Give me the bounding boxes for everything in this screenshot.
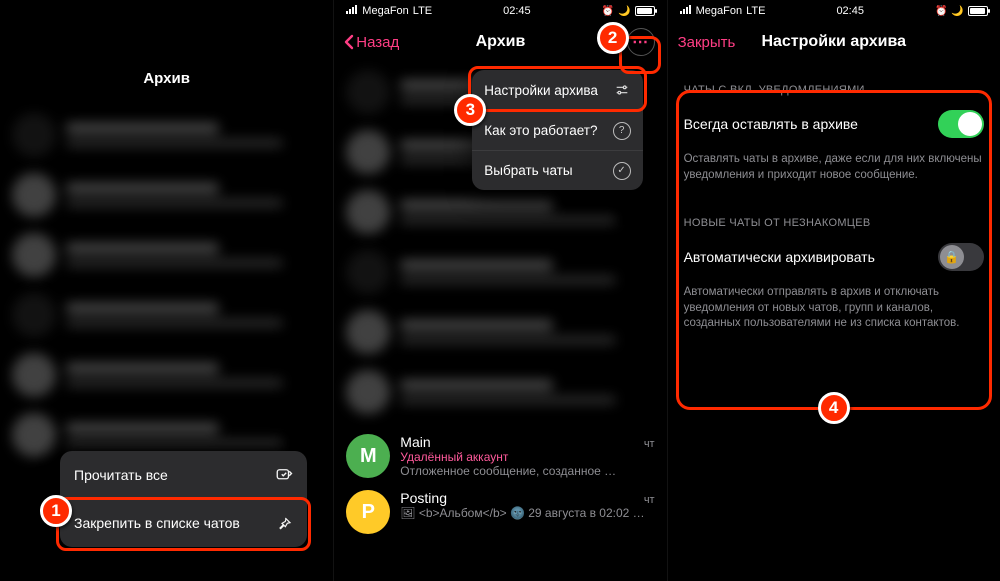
screen-archive-menu: MegaFon LTE 02:45 ⏰ 🌙 Назад Архив ⋯ xyxy=(333,0,666,581)
toggle-on[interactable] xyxy=(938,110,984,138)
screen-archive-settings: MegaFon LTE 02:45 ⏰ 🌙 Закрыть Настройки … xyxy=(667,0,1000,581)
dnd-icon: 🌙 xyxy=(618,6,630,17)
setting-auto-archive[interactable]: Автоматически архивировать 🔒 xyxy=(684,235,984,279)
menu-label: Как это работает? xyxy=(484,123,597,138)
section-header: НОВЫЕ ЧАТЫ ОТ НЕЗНАКОМЦЕВ xyxy=(684,217,984,229)
chat-time: чт xyxy=(644,494,655,506)
network-label: LTE xyxy=(746,5,765,17)
menu-select-chats[interactable]: Выбрать чаты ✓ xyxy=(472,150,642,190)
chat-name: Posting xyxy=(400,490,447,506)
back-label: Назад xyxy=(356,34,399,51)
chat-row-blurred xyxy=(0,105,333,165)
battery-icon xyxy=(968,6,988,16)
menu-label: Закрепить в списке чатов xyxy=(74,515,240,532)
carrier-label: MegaFon xyxy=(696,5,742,17)
setting-keep-archived[interactable]: Всегда оставлять в архиве xyxy=(684,102,984,146)
more-button[interactable]: ⋯ xyxy=(627,28,655,56)
callout-2: 2 xyxy=(597,22,629,54)
page-title: Архив xyxy=(476,33,526,51)
chat-row-blurred xyxy=(0,165,333,225)
callout-1: 1 xyxy=(40,495,72,527)
chat-row-blurred xyxy=(334,182,666,242)
chat-message: Отложенное сообщение, созданное … xyxy=(400,464,654,478)
close-button[interactable]: Закрыть xyxy=(678,34,736,51)
chat-row-blurred xyxy=(334,362,666,422)
setting-label: Всегда оставлять в архиве xyxy=(684,116,858,132)
section-description: Автоматически отправлять в архив и отклю… xyxy=(684,285,984,332)
chat-row-blurred xyxy=(334,302,666,362)
status-bar: MegaFon LTE 02:45 ⏰ 🌙 xyxy=(334,0,666,22)
menu-pin-in-list[interactable]: Закрепить в списке чатов xyxy=(60,499,307,547)
chat-row-blurred xyxy=(0,285,333,345)
back-button[interactable]: Назад xyxy=(344,34,399,51)
alarm-icon: ⏰ xyxy=(602,6,614,17)
signal-icon xyxy=(680,5,692,17)
ellipsis-icon: ⋯ xyxy=(632,32,649,52)
chat-subtitle: Удалённый аккаунт xyxy=(400,450,654,464)
read-all-icon xyxy=(275,466,293,484)
alarm-icon: ⏰ xyxy=(935,6,947,17)
section-header: ЧАТЫ С ВКЛ. УВЕДОМЛЕНИЯМИ xyxy=(684,84,984,96)
chat-row-blurred xyxy=(0,225,333,285)
status-bar: MegaFon LTE 02:45 ⏰ 🌙 xyxy=(668,0,1000,22)
nav-bar: Закрыть Настройки архива xyxy=(668,22,1000,62)
dnd-icon: 🌙 xyxy=(951,6,963,17)
context-menu: Прочитать все Закрепить в списке чатов xyxy=(60,451,307,547)
chat-row-blurred xyxy=(0,345,333,405)
help-icon: ? xyxy=(613,122,631,140)
check-circle-icon: ✓ xyxy=(613,162,631,180)
page-title: Настройки архива xyxy=(761,33,906,51)
avatar: P xyxy=(346,490,390,534)
carrier-label: MegaFon xyxy=(362,5,408,17)
menu-label: Выбрать чаты xyxy=(484,163,572,178)
setting-label: Автоматически архивировать xyxy=(684,249,875,265)
callout-4: 4 xyxy=(818,392,850,424)
section-description: Оставлять чаты в архиве, даже если для н… xyxy=(684,152,984,183)
screen-archive-list: Архив Прочитать все Закрепить в списке ч… xyxy=(0,0,333,581)
dropdown-menu: Настройки архива Как это работает? ? Выб… xyxy=(472,70,642,190)
clock: 02:45 xyxy=(836,5,864,17)
battery-icon xyxy=(635,6,655,16)
menu-how-it-works[interactable]: Как это работает? ? xyxy=(472,110,642,150)
close-label: Закрыть xyxy=(678,34,736,51)
clock: 02:45 xyxy=(503,5,531,17)
chat-time: чт xyxy=(644,438,655,450)
menu-label: Настройки архива xyxy=(484,83,598,98)
menu-archive-settings[interactable]: Настройки архива xyxy=(472,70,642,110)
network-label: LTE xyxy=(413,5,432,17)
toggle-off-locked[interactable]: 🔒 xyxy=(938,243,984,271)
sliders-icon xyxy=(613,81,631,99)
chat-message: 🖼 <b>Альбом</b> 🌚 29 августа в 02:02 ➔ c… xyxy=(400,506,654,520)
chat-row-blurred xyxy=(334,242,666,302)
chat-row[interactable]: P Posting чт 🖼 <b>Альбом</b> 🌚 29 августа… xyxy=(334,484,666,540)
menu-label: Прочитать все xyxy=(74,467,168,483)
page-title: Архив xyxy=(0,0,333,87)
chat-row[interactable]: M Main чт Удалённый аккаунт Отложенное со… xyxy=(334,428,666,484)
signal-icon xyxy=(346,5,358,17)
pin-icon xyxy=(275,515,293,533)
chat-name: Main xyxy=(400,434,430,450)
avatar: M xyxy=(346,434,390,478)
lock-icon: 🔒 xyxy=(940,245,964,269)
menu-read-all[interactable]: Прочитать все xyxy=(60,451,307,499)
